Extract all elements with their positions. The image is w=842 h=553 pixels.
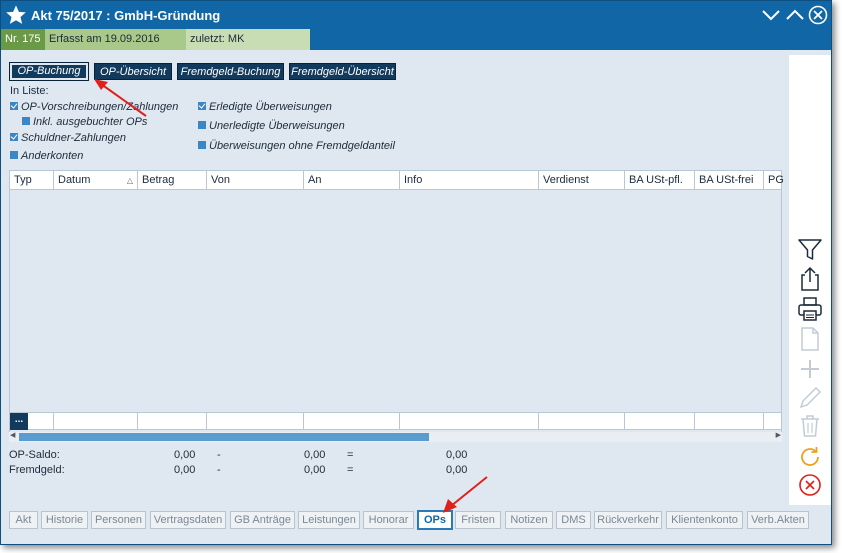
tab-klientenkonto[interactable]: Klientenkonto <box>666 511 743 529</box>
tab-honorar[interactable]: Honorar <box>363 511 414 529</box>
column-header[interactable]: Info <box>400 171 539 190</box>
fremdgeld-buchung-button[interactable]: Fremdgeld-Buchung <box>177 63 284 80</box>
column-header[interactable]: An <box>304 171 400 190</box>
column-header-datum[interactable]: Datum △ <box>54 171 138 190</box>
op-buchung-button[interactable]: OP-Buchung <box>9 62 89 81</box>
op-saldo-value-1: 0,00 <box>174 449 196 461</box>
print-icon[interactable] <box>797 296 823 322</box>
fremdgeld-operator-2: = <box>347 464 354 476</box>
fremdgeld-operator-1: - <box>217 464 221 476</box>
close-circle-icon[interactable] <box>797 472 823 498</box>
scrollbar-thumb[interactable] <box>19 433 429 441</box>
tab-notizen[interactable]: Notizen <box>505 511 553 529</box>
op-saldo-result: 0,00 <box>446 449 468 461</box>
close-window-icon[interactable] <box>808 5 828 25</box>
tab-historie[interactable]: Historie <box>41 511 88 529</box>
annotation-arrow <box>443 476 488 513</box>
column-header[interactable]: PG <box>764 171 783 190</box>
tab-bar: Akt Historie Personen Vertragsdaten GB A… <box>1 505 831 544</box>
export-icon[interactable] <box>797 266 823 292</box>
op-grid[interactable]: Typ Datum △ Betrag Von An Info Verdienst … <box>9 170 783 438</box>
app-window: Akt 75/2017 : GmbH-Gründung Nr. 175 Erfa… <box>0 0 832 545</box>
filter-icon[interactable] <box>797 237 823 263</box>
edit-icon[interactable] <box>797 385 823 411</box>
column-header[interactable]: Verdienst <box>539 171 625 190</box>
tab-rueckverkehr[interactable]: Rückverkehr <box>594 511 662 529</box>
op-saldo-operator-1: - <box>217 449 221 461</box>
chevron-down-icon[interactable] <box>761 5 781 25</box>
filter-anderkonten[interactable]: Anderkonten <box>10 150 83 162</box>
scroll-left-icon[interactable]: ◀ <box>10 431 15 439</box>
checkbox-icon[interactable] <box>10 102 18 110</box>
tab-verb-akten[interactable]: Verb.Akten <box>747 511 809 529</box>
tab-dms[interactable]: DMS <box>556 511 591 529</box>
filter-erledigte-ueberweisungen[interactable]: Erledigte Überweisungen <box>198 101 332 113</box>
checkbox-icon[interactable] <box>198 102 206 110</box>
title-bar: Akt 75/2017 : GmbH-Gründung <box>1 1 831 29</box>
delete-icon[interactable] <box>797 413 823 439</box>
scroll-right-icon[interactable]: ▶ <box>776 431 781 439</box>
tab-akt[interactable]: Akt <box>9 511 38 529</box>
column-header[interactable]: BA USt-frei <box>695 171 764 190</box>
annotation-arrow <box>94 79 147 117</box>
op-saldo-operator-2: = <box>347 449 354 461</box>
checkbox-icon[interactable] <box>198 141 206 149</box>
checkbox-icon[interactable] <box>22 117 30 125</box>
op-saldo-label: OP-Saldo: <box>9 449 60 461</box>
column-header[interactable]: Von <box>207 171 304 190</box>
fremdgeld-label: Fremdgeld: <box>9 464 65 476</box>
column-header[interactable]: BA USt-pfl. <box>625 171 695 190</box>
filter-heading: In Liste: <box>10 85 49 97</box>
add-icon[interactable] <box>797 356 823 382</box>
tab-gb-antraege[interactable]: GB Anträge <box>230 511 295 529</box>
grid-header: Typ Datum △ Betrag Von An Info Verdienst … <box>10 171 783 190</box>
column-header[interactable]: Typ <box>10 171 54 190</box>
filter-schuldner-zahlungen[interactable]: Schuldner-Zahlungen <box>10 132 126 144</box>
fremdgeld-value-1: 0,00 <box>174 464 196 476</box>
sort-asc-icon: △ <box>126 176 133 185</box>
star-icon[interactable] <box>5 4 27 26</box>
window-title: Akt 75/2017 : GmbH-Gründung <box>31 8 221 23</box>
tab-leistungen[interactable]: Leistungen <box>298 511 360 529</box>
info-bar: Nr. 175 Erfasst am 19.09.2016 (MK) zulet… <box>1 29 831 66</box>
refresh-icon[interactable] <box>797 444 823 470</box>
new-document-icon[interactable] <box>797 326 823 352</box>
filter-unerledigte-ueberweisungen[interactable]: Unerledigte Überweisungen <box>198 120 345 132</box>
horizontal-scrollbar[interactable]: ◀ ▶ <box>9 432 782 442</box>
main-content: OP-Buchung OP-Übersicht Fremdgeld-Buchun… <box>1 50 789 505</box>
action-toolbar <box>789 55 831 505</box>
modified-info: zuletzt: MK (26.02.2018) <box>186 29 310 66</box>
tab-personen[interactable]: Personen <box>91 511 146 529</box>
fremdgeld-value-2: 0,00 <box>304 464 326 476</box>
column-header[interactable]: Betrag <box>138 171 207 190</box>
checkbox-icon[interactable] <box>198 121 206 129</box>
checkbox-icon[interactable] <box>10 133 18 141</box>
created-info: Erfasst am 19.09.2016 (MK) <box>45 29 186 66</box>
tab-vertragsdaten[interactable]: Vertragsdaten <box>150 511 226 529</box>
chevron-up-icon[interactable] <box>785 5 805 25</box>
filter-ohne-fremdgeldanteil[interactable]: Überweisungen ohne Fremdgeldanteil <box>198 140 395 152</box>
op-saldo-value-2: 0,00 <box>304 449 326 461</box>
grid-footer: ... <box>9 412 782 430</box>
checkbox-icon[interactable] <box>10 151 18 159</box>
fremdgeld-uebersicht-button[interactable]: Fremdgeld-Übersicht <box>289 63 396 80</box>
record-number: Nr. 175 <box>1 29 45 50</box>
